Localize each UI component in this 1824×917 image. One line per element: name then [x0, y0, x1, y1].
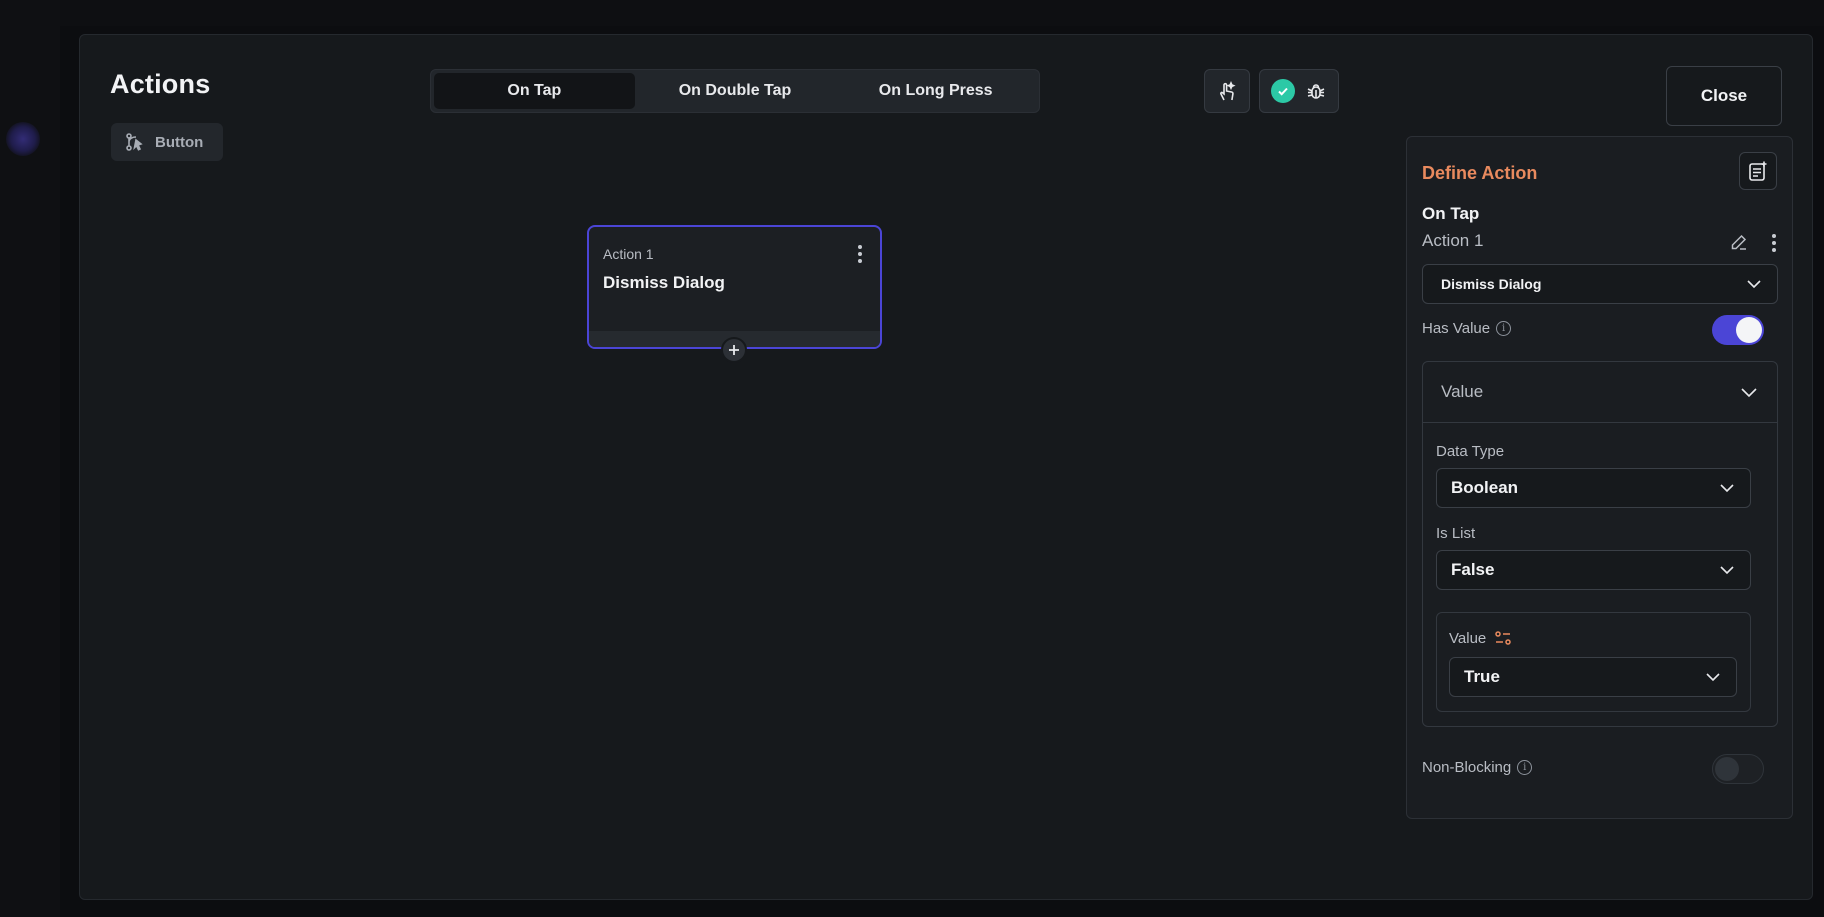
non-blocking-label: Non-Blocking [1422, 759, 1512, 776]
is-list-label: Is List [1436, 525, 1476, 542]
edit-icon[interactable] [1730, 233, 1748, 251]
sparkle-hand-icon [1220, 81, 1236, 101]
variable-icon[interactable] [1494, 629, 1512, 647]
panel-heading: Define Action [1422, 163, 1538, 183]
is-list-select[interactable]: False [1436, 550, 1751, 590]
non-blocking-row: Non-Blocking i [1422, 759, 1533, 776]
has-value-label: Has Value [1422, 320, 1491, 337]
value-field-label: Value [1449, 629, 1487, 647]
data-type-select[interactable]: Boolean [1436, 468, 1751, 508]
add-note-button[interactable] [1739, 152, 1777, 190]
define-action-panel: Define Action On Tap Action 1 Dismiss Di… [1406, 136, 1793, 819]
data-type-value: Boolean [1451, 478, 1519, 497]
action-node[interactable]: Action 1 Dismiss Dialog [587, 225, 882, 349]
branch-icon [126, 133, 143, 151]
trigger-widget-chip[interactable]: Button [111, 123, 223, 161]
is-list-value: False [1451, 560, 1495, 579]
has-value-toggle[interactable] [1712, 315, 1764, 345]
close-button[interactable]: Close [1666, 66, 1782, 126]
background-sidebar [0, 0, 60, 917]
chevron-down-icon [1747, 280, 1761, 289]
plus-icon [729, 345, 739, 355]
panel-action-name: Action 1 [1422, 231, 1484, 250]
value-select[interactable]: True [1449, 657, 1737, 697]
action-type-select[interactable]: Dismiss Dialog [1422, 264, 1778, 304]
chevron-down-icon [1741, 388, 1757, 398]
chevron-down-icon [1720, 484, 1734, 493]
add-action-button[interactable] [721, 337, 747, 363]
chevron-down-icon [1720, 566, 1734, 575]
more-vertical-icon[interactable] [858, 245, 862, 263]
value-field-row: Value [1449, 629, 1512, 647]
action-node-title: Dismiss Dialog [603, 273, 725, 292]
tab-on-double-tap[interactable]: On Double Tap [635, 73, 836, 109]
non-blocking-toggle[interactable] [1712, 754, 1764, 784]
tab-on-tap[interactable]: On Tap [434, 73, 635, 109]
background-glow [6, 122, 40, 156]
panel-trigger: On Tap [1422, 204, 1480, 223]
actions-modal: Actions Button On Tap On Double Tap On L… [79, 34, 1813, 900]
action-node-label: Action 1 [603, 246, 654, 262]
value-field-box: Value True [1436, 612, 1751, 712]
check-icon[interactable] [1271, 79, 1295, 103]
info-icon[interactable]: i [1517, 760, 1533, 775]
page-title: Actions [110, 69, 211, 99]
value-section-header[interactable]: Value [1423, 362, 1777, 423]
info-icon[interactable]: i [1496, 321, 1512, 336]
trigger-widget-label: Button [155, 133, 204, 151]
value-select-value: True [1464, 667, 1500, 686]
action-type-value: Dismiss Dialog [1441, 276, 1542, 292]
trigger-tabs: On Tap On Double Tap On Long Press [430, 69, 1040, 113]
panel-more-icon[interactable] [1772, 234, 1776, 252]
value-section: Value Data Type Boolean Is List False Va… [1422, 361, 1778, 727]
tab-on-long-press[interactable]: On Long Press [835, 73, 1036, 109]
value-section-title: Value [1441, 382, 1484, 401]
note-add-icon [1749, 161, 1767, 181]
chevron-down-icon [1706, 673, 1720, 682]
validation-debug-group[interactable] [1259, 69, 1339, 113]
ai-gesture-button[interactable] [1204, 69, 1250, 113]
bug-icon[interactable] [1305, 80, 1327, 102]
data-type-label: Data Type [1436, 443, 1505, 460]
has-value-row: Has Value i [1422, 320, 1512, 337]
background-topbar [0, 0, 1824, 26]
